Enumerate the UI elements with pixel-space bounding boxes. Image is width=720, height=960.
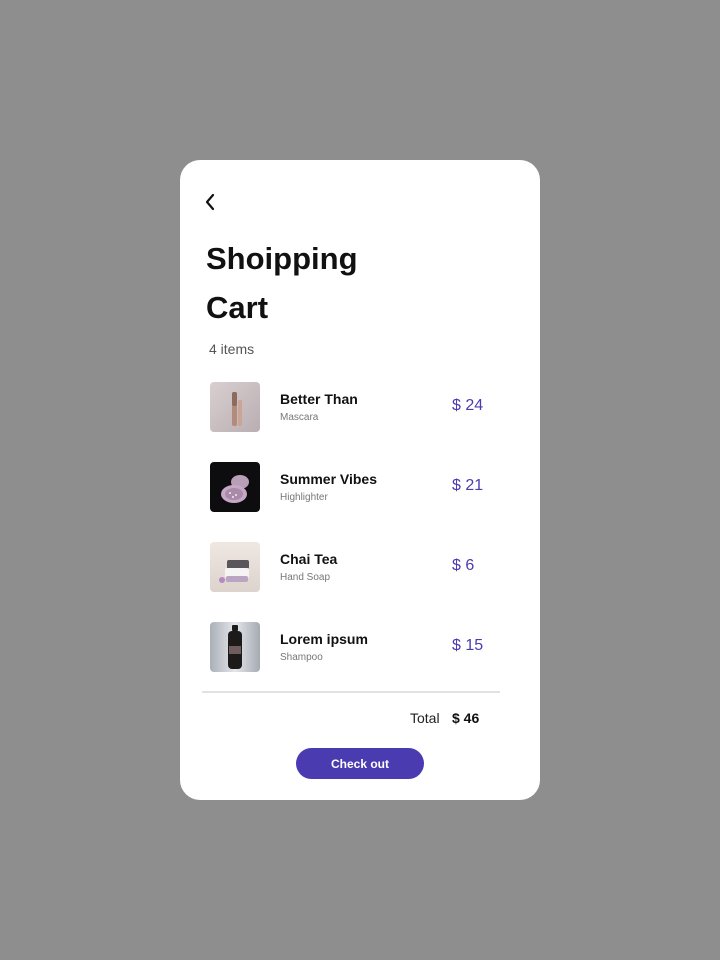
cart-item[interactable]: Lorem ipsum Shampoo $ 15 — [210, 622, 490, 674]
product-thumbnail-mascara — [210, 382, 260, 432]
checkout-button[interactable]: Check out — [296, 748, 424, 779]
page-title: Shoipping Cart — [206, 241, 358, 325]
chevron-left-icon — [205, 193, 215, 211]
item-count: 4 items — [209, 341, 255, 357]
shopping-cart-card: Shoipping Cart 4 items Better Than Masca… — [180, 160, 540, 800]
product-type: Highlighter — [280, 492, 328, 503]
product-name: Summer Vibes — [280, 471, 378, 487]
product-name: Better Than — [280, 391, 358, 407]
product-name: Lorem ipsum — [280, 631, 368, 647]
product-thumbnail-shampoo — [210, 622, 260, 672]
product-name: Chai Tea — [280, 551, 338, 567]
product-thumbnail-soap — [210, 542, 260, 592]
product-type: Shampoo — [280, 652, 323, 663]
total-label: Total — [410, 710, 440, 726]
product-price: $ 21 — [452, 477, 484, 494]
back-button[interactable] — [199, 190, 221, 214]
product-price: $ 6 — [452, 557, 475, 574]
product-thumbnail-highlighter — [210, 462, 260, 512]
product-type: Hand Soap — [280, 572, 331, 583]
cart-item[interactable]: Better Than Mascara $ 24 — [210, 382, 490, 434]
divider — [202, 691, 500, 693]
total-value: $ 46 — [452, 710, 480, 726]
cart-item[interactable]: Summer Vibes Highlighter $ 21 — [210, 462, 490, 514]
product-price: $ 15 — [452, 637, 484, 654]
cart-item[interactable]: Chai Tea Hand Soap $ 6 — [210, 542, 490, 594]
product-price: $ 24 — [452, 397, 484, 414]
product-type: Mascara — [280, 412, 319, 423]
